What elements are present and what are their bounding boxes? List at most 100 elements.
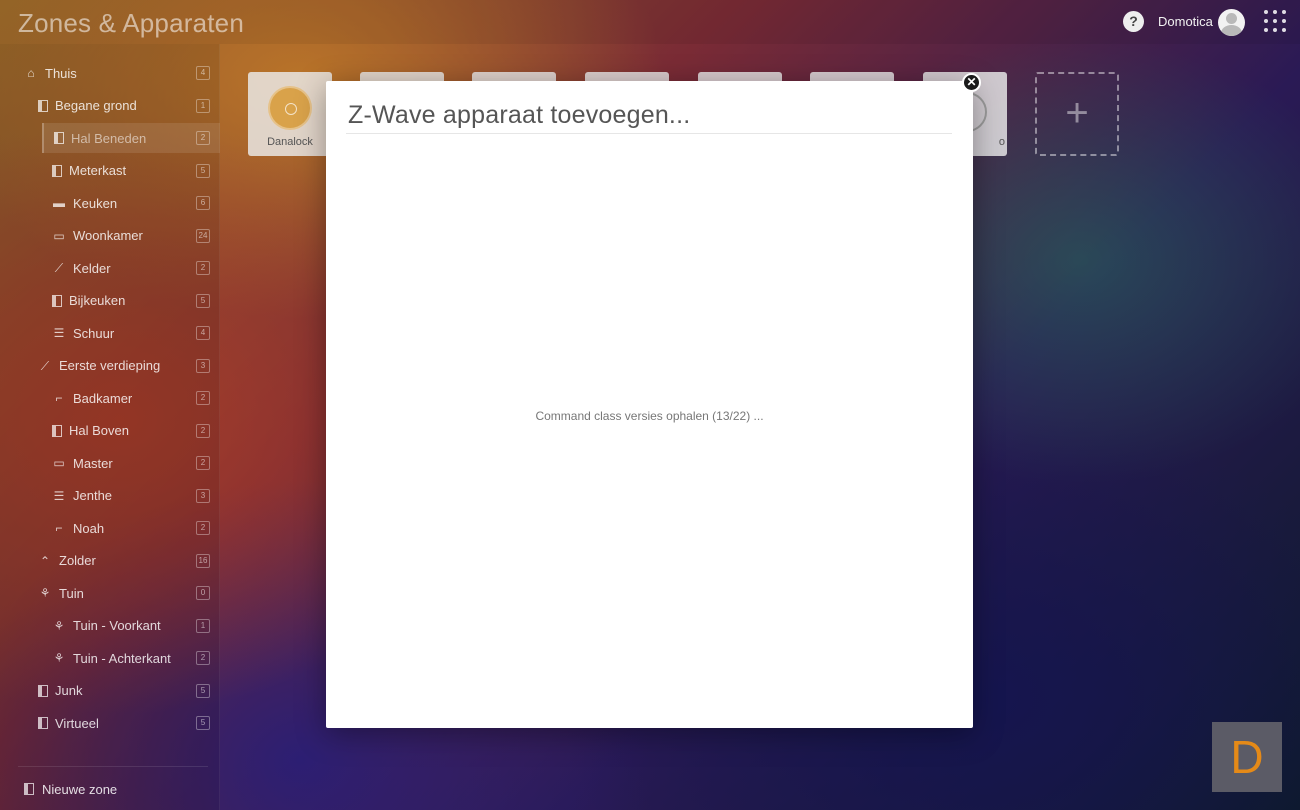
- door-icon: [38, 99, 48, 112]
- avatar-head-shape: [1226, 13, 1237, 24]
- garden-icon: ⚘: [53, 618, 65, 633]
- garden-icon: ⚘: [53, 651, 65, 665]
- zone-label: Begane grond: [55, 98, 137, 113]
- sidebar-zone-item[interactable]: ▭ Woonkamer 24: [52, 221, 220, 251]
- zone-device-count: 2: [196, 131, 210, 145]
- zone-label: Schuur: [73, 325, 115, 341]
- zone-label: Keuken: [73, 195, 118, 211]
- zone-device-count: 2: [196, 423, 210, 438]
- bed-icon: ▭: [53, 456, 65, 470]
- zone-device-count: 2: [196, 261, 210, 275]
- zone-device-count: 3: [196, 358, 210, 373]
- zone-label: Tuin - Achterkant: [73, 650, 171, 666]
- sidebar-zone-item[interactable]: Junk 5: [38, 676, 220, 706]
- sidebar-zone-item[interactable]: ⌃ Zolder 16: [38, 546, 220, 576]
- attic-icon: ⌃: [39, 553, 51, 568]
- shed-icon: ☰: [53, 488, 65, 503]
- watermark-logo: D: [1212, 722, 1282, 792]
- sidebar-zone-item[interactable]: ▭ Master 2: [52, 448, 220, 478]
- zone-device-count: 3: [196, 488, 210, 503]
- help-icon[interactable]: ?: [1123, 11, 1144, 32]
- zone-label: Hal Beneden: [71, 130, 147, 146]
- sidebar-zone-item[interactable]: ⚘ Tuin 0: [38, 578, 220, 608]
- zone-label: Eerste verdieping: [59, 358, 161, 373]
- sidebar-zone-item[interactable]: ⚘ Tuin - Achterkant 2: [52, 643, 220, 673]
- zone-label: Noah: [73, 520, 105, 536]
- sidebar-zone-item[interactable]: ⌐ Noah 2: [52, 513, 220, 543]
- sofa-icon: ▭: [53, 228, 65, 243]
- shower-icon: ⌐: [55, 521, 63, 535]
- kitchen-icon: ▬: [53, 196, 65, 210]
- sidebar-zone-item[interactable]: Hal Boven 2: [52, 416, 220, 446]
- apps-grid-icon[interactable]: [1264, 10, 1288, 34]
- shed-icon: ☰: [53, 326, 65, 340]
- zone-device-count: 0: [196, 586, 210, 600]
- sidebar-zone-item[interactable]: ▬ Keuken 6: [52, 188, 220, 218]
- device-label: Danalock: [267, 136, 313, 148]
- stairs-icon: ⟋: [40, 358, 50, 373]
- door-icon: [54, 132, 64, 144]
- add-zwave-device-dialog: Z-Wave apparaat toevoegen... Command cla…: [326, 81, 973, 728]
- sidebar-zone-item[interactable]: Hal Beneden 2: [42, 123, 220, 153]
- sidebar-zone-item[interactable]: Begane grond 1: [38, 91, 220, 121]
- sidebar-zone-item[interactable]: ⟋ Kelder 2: [52, 253, 220, 283]
- zone-label: Tuin: [59, 585, 84, 601]
- zone-label: Woonkamer: [73, 228, 143, 243]
- stairs-icon: ⟋: [54, 261, 64, 275]
- dialog-title: Z-Wave apparaat toevoegen...: [348, 101, 691, 129]
- sidebar-zone-item[interactable]: ⌂ Thuis 4: [24, 58, 220, 88]
- door-icon: [38, 684, 48, 697]
- user-name[interactable]: Domotica: [1158, 14, 1213, 29]
- zone-label: Master: [73, 455, 113, 471]
- zone-label: Hal Boven: [69, 423, 129, 438]
- dialog-status-text: Command class versies ophalen (13/22) ..…: [535, 409, 764, 423]
- sidebar-zone-item[interactable]: ⟋ Eerste verdieping 3: [38, 351, 220, 381]
- dialog-divider: [346, 133, 952, 134]
- zone-label: Thuis: [45, 65, 77, 81]
- zone-device-count: 5: [196, 163, 210, 178]
- add-zone-icon: [24, 783, 34, 795]
- zone-device-count: 2: [196, 391, 210, 405]
- sidebar-zone-item[interactable]: Meterkast 5: [52, 156, 220, 186]
- sidebar-zone-item[interactable]: ☰ Schuur 4: [52, 318, 220, 348]
- door-icon: [52, 294, 62, 307]
- top-bar: Zones & Apparaten ? Domotica: [0, 0, 1300, 44]
- device-tile-danalock[interactable]: Danalock: [248, 72, 332, 156]
- zone-label: Jenthe: [73, 488, 113, 503]
- avatar[interactable]: [1218, 9, 1245, 36]
- zone-device-count: 2: [196, 521, 210, 535]
- zone-label: Meterkast: [69, 163, 127, 178]
- zone-label: Badkamer: [73, 390, 133, 406]
- zone-device-count: 4: [196, 66, 210, 80]
- page-title: Zones & Apparaten: [18, 8, 244, 38]
- zone-label: Bijkeuken: [69, 293, 126, 308]
- lock-device-icon: [268, 86, 312, 130]
- sidebar-zone-item[interactable]: ☰ Jenthe 3: [52, 481, 220, 511]
- sidebar-zone-item[interactable]: Virtueel 5: [38, 708, 220, 738]
- door-icon: [52, 424, 62, 437]
- zone-device-count: 5: [196, 683, 210, 698]
- zone-device-count: 1: [196, 618, 210, 633]
- sidebar-zone-item[interactable]: Bijkeuken 5: [52, 286, 220, 316]
- sidebar-zone-item[interactable]: ⌐ Badkamer 2: [52, 383, 220, 413]
- sidebar-zone-item[interactable]: ⚘ Tuin - Voorkant 1: [52, 611, 220, 641]
- garden-icon: ⚘: [39, 586, 51, 600]
- new-zone-button[interactable]: Nieuwe zone: [24, 779, 117, 799]
- zones-sidebar: ⌂ Thuis 4 Begane grond 1 Hal Beneden 2 Meterkas…: [0, 44, 220, 810]
- sidebar-divider: [18, 766, 208, 767]
- zone-device-count: 2: [196, 456, 210, 470]
- close-icon[interactable]: ✕: [962, 73, 981, 92]
- door-icon: [52, 164, 62, 177]
- zone-device-count: 5: [196, 293, 210, 308]
- zone-device-count: 2: [196, 651, 210, 665]
- zone-device-count: 1: [196, 98, 210, 113]
- zone-device-count: 4: [196, 326, 210, 340]
- home-icon: ⌂: [27, 66, 35, 80]
- zone-label: Zolder: [59, 553, 96, 568]
- add-device-button[interactable]: +: [1035, 72, 1119, 156]
- avatar-body-shape: [1221, 25, 1242, 36]
- zone-device-count: 5: [196, 716, 210, 730]
- zone-label: Kelder: [73, 260, 111, 276]
- zone-label: Junk: [55, 683, 83, 698]
- zone-device-count: 24: [196, 228, 210, 243]
